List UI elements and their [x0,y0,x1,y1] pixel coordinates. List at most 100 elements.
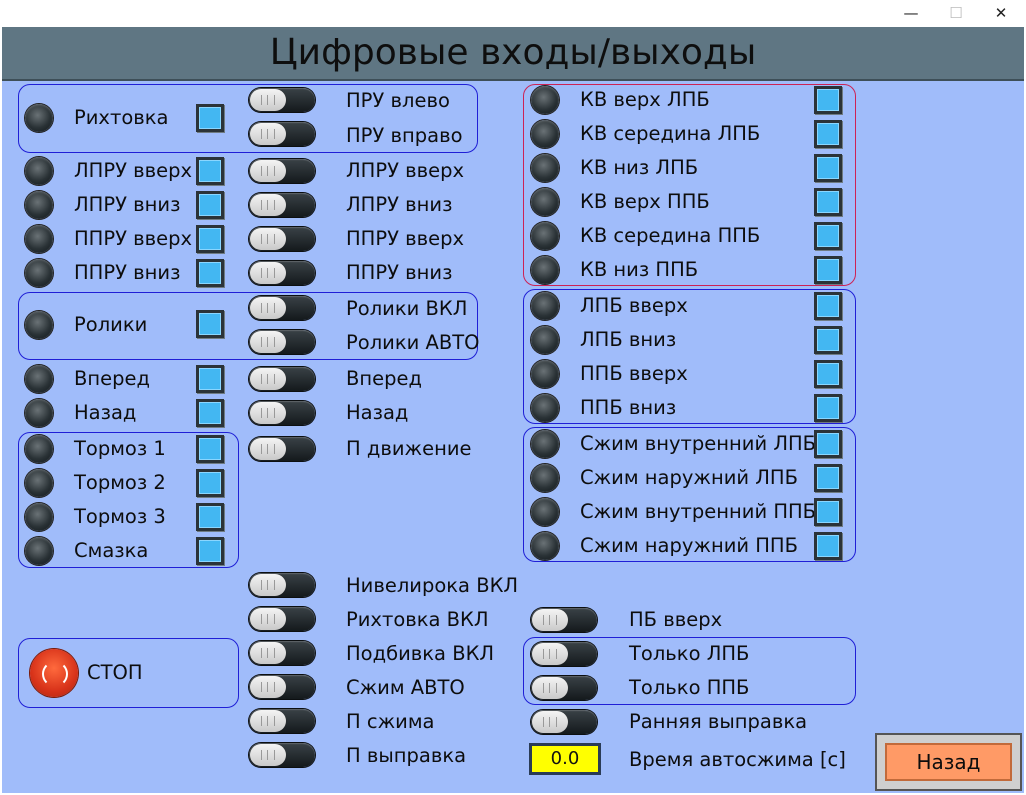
toggle-p-straighten[interactable] [249,743,315,767]
output-label: Нивелирока ВКЛ [346,574,519,597]
input-label: ППРУ вниз [74,261,181,284]
toggle-ppru-down[interactable] [249,261,315,285]
input-led-brake3 [25,503,53,531]
limit-label: КВ середина ЛПБ [580,122,761,145]
limit-indicator-bottom-ppb [814,256,842,284]
output-label: П сжима [346,710,435,733]
pb-label: ППБ вниз [580,396,677,419]
maximize-button[interactable]: ☐ [933,0,979,27]
input-label: Тормоз 1 [74,437,166,460]
input-indicator-lpru-down [196,191,224,219]
limit-indicator-bottom-lpb [814,154,842,182]
limit-led-bottom-ppb [531,256,559,284]
input-led-grease [25,537,53,565]
input-label: ЛПРУ вверх [74,159,193,182]
toggle-only-lpb[interactable] [531,642,597,666]
limit-led-top-ppb [531,188,559,216]
power-icon [42,661,68,687]
output-label: Рихтовка ВКЛ [346,608,489,631]
toggle-back[interactable] [249,401,315,425]
close-icon: ✕ [994,4,1008,22]
limit-indicator-mid-lpb [814,120,842,148]
toggle-pru-right[interactable] [249,122,315,146]
input-label: ППРУ вверх [74,227,193,250]
output-label: Подбивка ВКЛ [346,642,495,665]
input-led-brake2 [25,469,53,497]
limit-label: КВ верх ЛПБ [580,88,710,111]
input-led-forward [25,365,53,393]
back-button-frame: Назад [875,733,1022,791]
toggle-p-clamp[interactable] [249,709,315,733]
mode-label: Только ЛПБ [629,642,750,665]
clamp-indicator-inner-ppb [814,498,842,526]
maximize-icon: ☐ [949,4,963,22]
toggle-lpru-up[interactable] [249,159,315,183]
page-title: Цифровые входы/выходы [269,32,757,73]
toggle-podbivka-on[interactable] [249,641,315,665]
input-led-roliki [25,311,53,339]
pb-indicator-lpb-down [814,326,842,354]
toggle-early-straighten[interactable] [531,710,597,734]
pb-led-ppb-up [531,360,559,388]
autoclamp-time-field[interactable]: 0.0 [529,743,601,775]
clamp-label: Сжим внутренний ЛПБ [580,432,817,455]
toggle-pb-up[interactable] [531,608,597,632]
limit-indicator-top-ppb [814,188,842,216]
limit-led-top-lpb [531,86,559,114]
limit-label: КВ середина ППБ [580,224,761,247]
toggle-rihtovka-on[interactable] [249,607,315,631]
toggle-forward[interactable] [249,367,315,391]
clamp-indicator-outer-lpb [814,464,842,492]
toggle-roliki-auto[interactable] [249,330,315,354]
toggle-clamp-auto[interactable] [249,675,315,699]
minimize-button[interactable]: — [888,0,934,27]
input-label: ЛПРУ вниз [74,193,181,216]
pb-led-lpb-up [531,292,559,320]
output-label: ПРУ вправо [346,124,463,147]
toggle-ppru-up[interactable] [249,227,315,251]
limit-label: КВ низ ЛПБ [580,156,699,179]
limit-label: КВ верх ППБ [580,190,710,213]
toggle-pru-left[interactable] [249,88,315,112]
input-label: Тормоз 3 [74,505,166,528]
toggle-only-ppb[interactable] [531,676,597,700]
output-label: Сжим АВТО [346,676,465,699]
toggle-level-on[interactable] [249,573,315,597]
input-indicator-roliki [196,310,224,338]
stop-button[interactable] [30,649,78,697]
input-led-back [25,399,53,427]
output-label: ППРУ вверх [346,227,465,250]
back-button[interactable]: Назад [885,743,1012,781]
mode-label: ПБ вверх [629,608,723,631]
output-label: ЛПРУ вниз [346,193,453,216]
input-label: Назад [74,401,137,424]
mode-label: Только ППБ [629,676,750,699]
input-led-brake1 [25,435,53,463]
input-indicator-brake2 [196,469,224,497]
input-indicator-lpru-up [196,157,224,185]
toggle-p-move[interactable] [249,437,315,461]
pb-led-ppb-down [531,394,559,422]
limit-label: КВ низ ППБ [580,258,699,281]
input-indicator-grease [196,537,224,565]
output-label: П движение [346,437,472,460]
output-label: Ролики АВТО [346,331,480,354]
clamp-indicator-inner-lpb [814,430,842,458]
input-label: Смазка [74,539,149,562]
input-indicator-rihtovka [196,104,224,132]
toggle-roliki-on[interactable] [249,296,315,320]
output-label: ЛПРУ вверх [346,159,465,182]
input-label: Ролики [74,313,148,336]
close-button[interactable]: ✕ [978,0,1024,27]
input-led-ppru-down [25,259,53,287]
toggle-lpru-down[interactable] [249,193,315,217]
limit-indicator-mid-ppb [814,222,842,250]
limit-led-mid-lpb [531,120,559,148]
input-indicator-back [196,399,224,427]
input-label: Вперед [74,367,150,390]
input-indicator-ppru-up [196,225,224,253]
input-led-rihtovka [25,104,53,132]
group-pb-moves [523,289,856,424]
input-indicator-brake3 [196,503,224,531]
autoclamp-label: Время автосжима [с] [629,748,846,771]
